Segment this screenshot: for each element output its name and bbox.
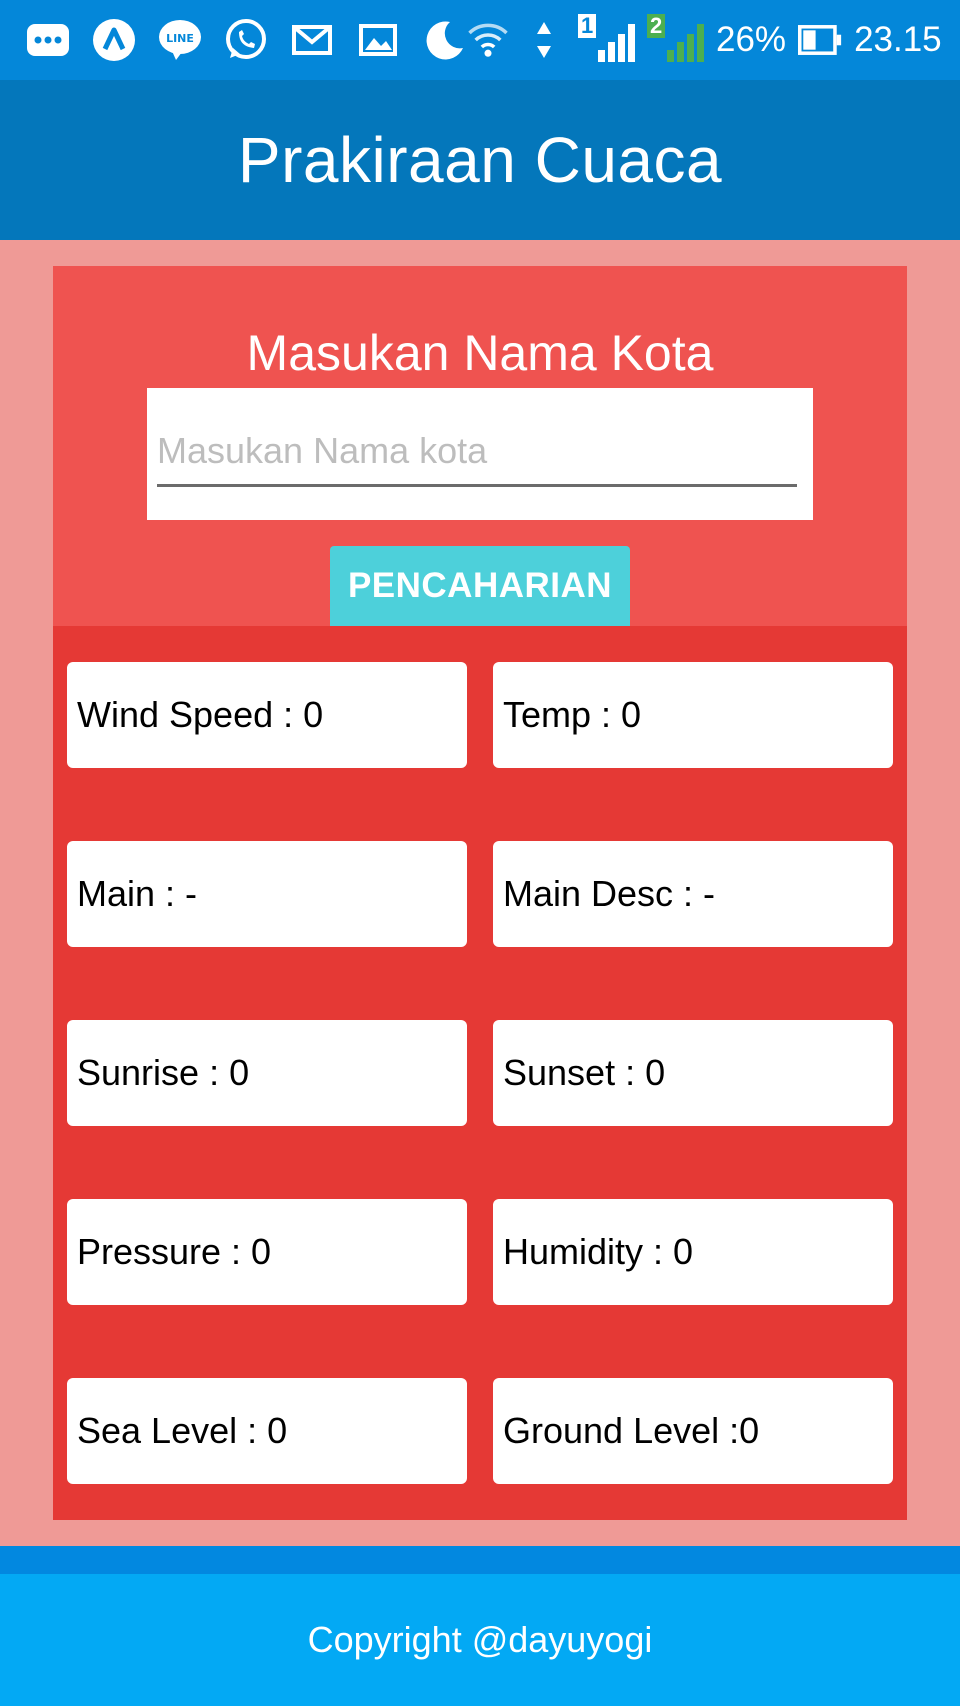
sim2-signal: 2 [647,14,704,62]
signal-icon [667,24,704,62]
notification-icons: LINE [0,18,466,62]
main-card: Main : - [67,841,467,947]
line-icon: LINE [158,18,202,62]
sunset-card: Sunset : 0 [493,1020,893,1126]
search-card: Masukan Nama Kota PENCAHARIAN [53,266,907,626]
status-bar: LINE 1 2 26% 23.15 [0,0,960,80]
main-content: Masukan Nama Kota PENCAHARIAN Wind Speed… [0,240,960,1546]
moon-icon [422,18,466,62]
footer-divider [0,1546,960,1574]
city-input[interactable] [157,418,797,487]
sim1-signal: 1 [578,14,635,62]
sea-level-card: Sea Level : 0 [67,1378,467,1484]
sim2-label: 2 [647,14,666,38]
search-button[interactable]: PENCAHARIAN [330,546,630,626]
battery-percent: 26% [716,20,787,59]
data-arrows-icon [522,18,566,62]
app-title: Prakiraan Cuaca [237,124,723,196]
wind-speed-card: Wind Speed : 0 [67,662,467,768]
whatsapp-icon [224,18,268,62]
sunrise-card: Sunrise : 0 [67,1020,467,1126]
temp-card: Temp : 0 [493,662,893,768]
weather-grid: Wind Speed : 0 Temp : 0 Main : - Main De… [53,626,907,1520]
signal-icon [598,24,635,62]
mail-icon [290,18,334,62]
more-icon [26,18,70,62]
ground-level-card: Ground Level :0 [493,1378,893,1484]
footer: Copyright @dayuyogi [0,1574,960,1706]
clock: 23.15 [854,20,942,59]
sim1-label: 1 [578,14,597,38]
city-input-container [147,388,813,520]
app-icon [92,18,136,62]
app-bar: Prakiraan Cuaca [0,80,960,240]
wifi-icon [466,18,510,62]
gallery-icon [356,18,400,62]
battery-icon [798,18,842,62]
svg-text:LINE: LINE [166,32,194,45]
pressure-card: Pressure : 0 [67,1199,467,1305]
copyright-text: Copyright @dayuyogi [307,1619,653,1660]
humidity-card: Humidity : 0 [493,1199,893,1305]
search-title: Masukan Nama Kota [246,325,714,381]
status-right: 1 2 26% 23.15 [466,14,960,62]
main-desc-card: Main Desc : - [493,841,893,947]
